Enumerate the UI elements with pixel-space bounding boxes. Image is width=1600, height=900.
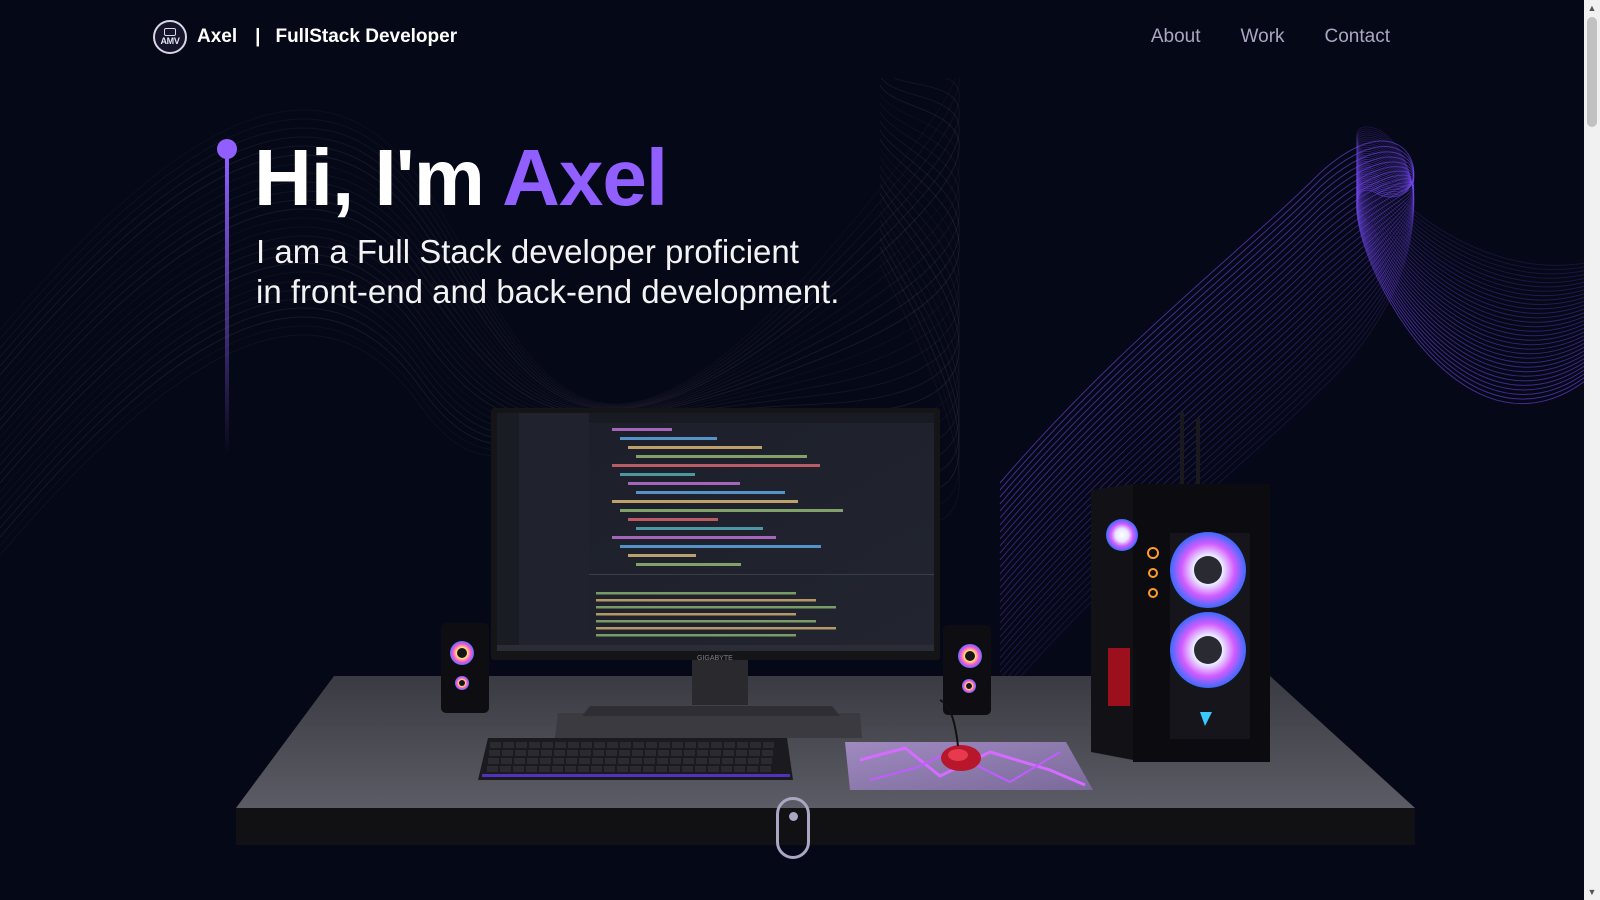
scroll-down-indicator[interactable]: [776, 797, 810, 859]
speaker-right: [943, 625, 991, 715]
pc-tower: [1091, 412, 1270, 762]
keyboard: [478, 738, 793, 780]
speaker-left: [441, 623, 489, 713]
scroll-up-arrow-icon[interactable]: ▲: [1584, 0, 1600, 16]
scrollbar-thumb[interactable]: [1587, 17, 1597, 127]
desk-setup-3d-scene[interactable]: GIGABYTE: [0, 0, 1600, 900]
monitor-brand-label: GIGABYTE: [697, 655, 733, 662]
page-scrollbar[interactable]: ▲ ▼: [1584, 0, 1600, 900]
scroll-down-arrow-icon[interactable]: ▼: [1584, 884, 1600, 900]
portfolio-page: AMV Axel | FullStack Developer About Wor…: [0, 0, 1600, 900]
scroll-indicator-dot: [788, 812, 798, 821]
